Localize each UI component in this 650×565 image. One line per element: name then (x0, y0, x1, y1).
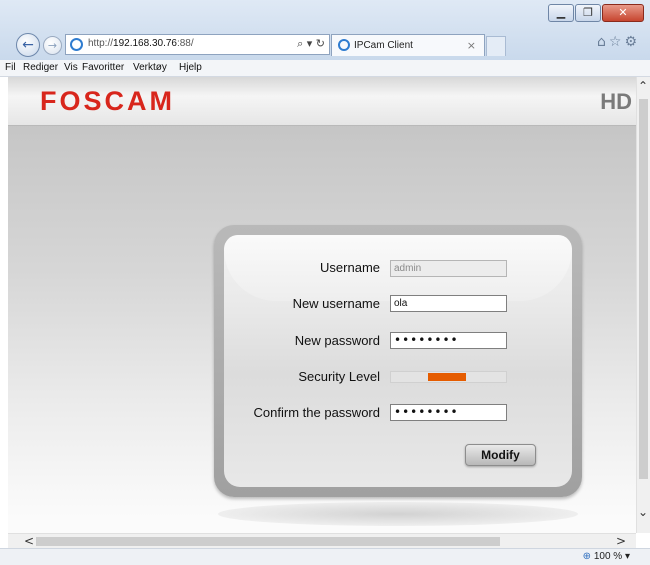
foscam-logo: FOSCAM (40, 86, 175, 116)
url-prefix: http:// (88, 38, 114, 49)
restore-button[interactable]: ❐ (575, 4, 601, 22)
zoom-icon: ⊕ (582, 551, 592, 562)
url-suffix: :88/ (176, 38, 194, 49)
security-level-label: Security Level (298, 369, 380, 384)
home-icon[interactable]: ⌂ (597, 34, 609, 50)
minimize-button[interactable]: ▁ (548, 4, 574, 22)
address-bar[interactable]: http://192.168.30.76:88/ ⌕ ▾ ↻ (65, 34, 330, 55)
security-level-fill (428, 373, 466, 381)
settings-gear-icon[interactable]: ⚙ (624, 34, 640, 50)
window-controls: ▁ ❐ ✕ (547, 4, 644, 22)
modify-button[interactable]: Modify (465, 444, 536, 466)
tab-close-icon[interactable]: × (467, 39, 476, 52)
scroll-left-icon[interactable]: < (24, 534, 34, 548)
vertical-scroll-thumb[interactable] (639, 99, 648, 479)
security-level-meter (390, 371, 507, 383)
new-tab-button[interactable] (486, 36, 506, 56)
forward-button[interactable]: → (43, 36, 62, 55)
new-password-input[interactable]: •••••••• (390, 332, 507, 349)
address-url[interactable]: http://192.168.30.76:88/ (88, 38, 194, 49)
tab-ipcam-client[interactable]: IPCam Client × (331, 34, 485, 56)
menu-tools[interactable]: Verktøy (133, 62, 167, 73)
new-username-input[interactable]: ola (390, 295, 507, 312)
back-button[interactable]: ← (16, 33, 40, 57)
menu-edit[interactable]: Rediger (23, 62, 58, 73)
forward-arrow-icon: → (47, 39, 58, 52)
confirm-password-label: Confirm the password (253, 405, 380, 420)
new-password-label: New password (294, 333, 380, 348)
menu-bar: Fil Rediger Vis Favoritter Verktøy Hjelp (0, 60, 650, 77)
new-username-label: New username (292, 296, 380, 311)
horizontal-scroll-thumb[interactable] (36, 537, 500, 546)
scroll-down-icon[interactable]: ⌄ (638, 505, 648, 519)
ie-page-icon (70, 38, 83, 51)
zoom-level: 100 % (593, 551, 623, 562)
search-refresh-icons[interactable]: ⌕ ▾ ↻ (297, 37, 325, 51)
vertical-scrollbar[interactable]: ⌃ ⌄ (636, 77, 650, 533)
page-header: FOSCAM HD (8, 77, 636, 126)
ie-tab-icon (338, 39, 350, 51)
menu-favorites[interactable]: Favoritter (82, 62, 124, 73)
username-label: Username (320, 260, 380, 275)
scroll-right-icon[interactable]: > (616, 534, 626, 548)
horizontal-scrollbar[interactable]: < > (8, 533, 636, 548)
status-bar: ⊕ 100 % ▾ (0, 548, 650, 565)
menu-help[interactable]: Hjelp (179, 62, 202, 73)
toolbar-icons: ⌂☆⚙ (597, 34, 640, 50)
username-field: admin (390, 260, 507, 277)
back-arrow-icon: ← (22, 37, 34, 53)
panel-reflection (218, 502, 578, 526)
tab-label: IPCam Client (354, 40, 413, 51)
menu-file[interactable]: Fil (5, 62, 16, 73)
confirm-password-input[interactable]: •••••••• (390, 404, 507, 421)
page-viewport: FOSCAM HD Username admin New username ol… (8, 77, 636, 533)
close-window-button[interactable]: ✕ (602, 4, 644, 22)
scroll-up-icon[interactable]: ⌃ (638, 79, 648, 93)
hd-badge: HD (600, 89, 632, 114)
url-host: 192.168.30.76 (113, 38, 177, 49)
menu-view[interactable]: Vis (64, 62, 78, 73)
favorites-star-icon[interactable]: ☆ (609, 34, 625, 50)
zoom-control[interactable]: ⊕ 100 % ▾ (583, 551, 630, 562)
